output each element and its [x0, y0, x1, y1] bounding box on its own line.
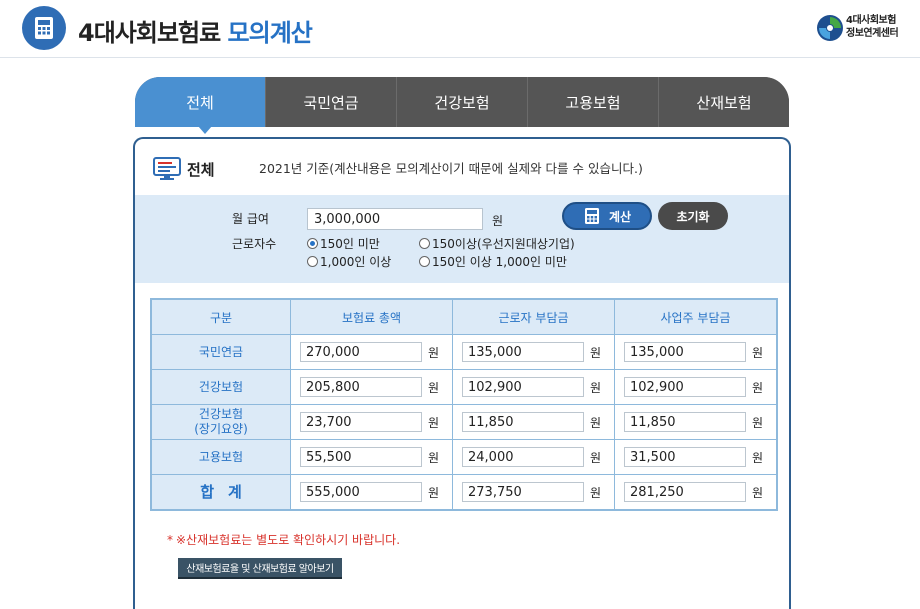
calculate-button[interactable]: 계산	[562, 202, 652, 230]
won-unit: 원	[590, 345, 602, 360]
tab-all[interactable]: 전체	[135, 77, 265, 127]
table-row: 고용보험 55,500 원 24,000 원 31,500 원	[150, 439, 778, 475]
value-field[interactable]: 555,000	[300, 482, 422, 502]
value-field[interactable]: 270,000	[300, 342, 422, 362]
value-field[interactable]: 135,000	[624, 342, 746, 362]
value-field[interactable]: 23,700	[300, 412, 422, 432]
value-field[interactable]: 273,750	[462, 482, 584, 502]
tab-national-pension[interactable]: 국민연금	[265, 77, 396, 127]
row-label: 고용보험	[150, 439, 291, 475]
workers-label: 근로자수	[232, 237, 277, 251]
won-unit: 원	[752, 415, 764, 430]
won-unit: 원	[752, 380, 764, 395]
calculator-icon	[22, 6, 66, 50]
panel-title: 전체	[187, 161, 215, 179]
won-unit: 원	[752, 485, 764, 500]
table-header-employer: 사업주 부담금	[614, 298, 778, 335]
industrial-accident-notice: * ※산재보험료는 별도로 확인하시기 바랍니다.	[167, 531, 400, 548]
page-title-accent: 모의계산	[227, 19, 313, 47]
org-name-line1: 4대사회보험	[846, 15, 896, 26]
salary-input[interactable]	[307, 208, 483, 230]
table-row: 건강보험 (장기요양) 23,700 원 11,850 원 11,850 원	[150, 404, 778, 440]
won-unit: 원	[590, 485, 602, 500]
notice-text: ※산재보험료는 별도로 확인하시기 바랍니다.	[176, 533, 401, 547]
won-unit: 원	[590, 380, 602, 395]
won-unit: 원	[428, 380, 440, 395]
calculate-button-label: 계산	[608, 209, 632, 224]
value-field[interactable]: 102,900	[462, 377, 584, 397]
radio-under-150[interactable]: 150인 미만	[307, 235, 380, 252]
radio-150-to-1000[interactable]: 150인 이상 1,000인 미만	[419, 253, 567, 270]
industrial-accident-rate-button[interactable]: 산재보험료율 및 산재보험료 알아보기	[178, 558, 342, 579]
radio-label: 150인 이상 1,000인 미만	[432, 255, 567, 269]
premium-table: 구분 보험료 총액 근로자 부담금 사업주 부담금 국민연금 270,000 원 …	[150, 298, 778, 511]
value-field[interactable]: 11,850	[624, 412, 746, 432]
reset-button[interactable]: 초기화	[658, 202, 728, 230]
radio-over-1000[interactable]: 1,000인 이상	[307, 253, 391, 270]
value-field[interactable]: 102,900	[624, 377, 746, 397]
radio-label: 150이상(우선지원대상기업)	[432, 237, 575, 251]
input-area: 월 급여 원 계산 초기화 근로자수 150인 미만 150이상(우선지원대상기…	[135, 195, 789, 283]
table-header-total: 보험료 총액	[290, 298, 453, 335]
value-field[interactable]: 205,800	[300, 377, 422, 397]
org-name[interactable]: 4대사회보험 정보연계센터	[846, 14, 899, 40]
won-unit: 원	[752, 450, 764, 465]
insurance-tabs: 전체 국민연금 건강보험 고용보험 산재보험	[135, 77, 789, 127]
active-tab-caret	[198, 126, 212, 134]
table-row-total: 합계 555,000 원 273,750 원 281,250 원	[150, 474, 778, 511]
calculator-icon	[584, 208, 599, 224]
row-label: 국민연금	[150, 334, 291, 370]
radio-dot	[419, 256, 430, 267]
page-title-main: 4대사회보험료	[78, 19, 221, 47]
value-field[interactable]: 135,000	[462, 342, 584, 362]
won-unit: 원	[752, 345, 764, 360]
tab-industrial-accident[interactable]: 산재보험	[658, 77, 789, 127]
page-title: 4대사회보험료 모의계산	[78, 13, 313, 48]
radio-150-priority[interactable]: 150이상(우선지원대상기업)	[419, 235, 575, 252]
org-name-line2: 정보연계센터	[846, 28, 899, 39]
tab-employment-insurance[interactable]: 고용보험	[527, 77, 658, 127]
table-header-employee: 근로자 부담금	[452, 298, 615, 335]
radio-dot	[307, 256, 318, 267]
radio-dot	[307, 238, 318, 249]
won-unit: 원	[590, 450, 602, 465]
value-field[interactable]: 281,250	[624, 482, 746, 502]
value-field[interactable]: 11,850	[462, 412, 584, 432]
calculator-panel: 전체 2021년 기준(계산내용은 모의계산이기 때문에 실제와 다를 수 있습…	[133, 137, 791, 609]
table-row: 건강보험 205,800 원 102,900 원 102,900 원	[150, 369, 778, 405]
table-header-category: 구분	[150, 298, 291, 335]
value-field[interactable]: 31,500	[624, 447, 746, 467]
row-label: 건강보험	[150, 369, 291, 405]
row-label: 건강보험 (장기요양)	[150, 404, 291, 440]
won-unit: 원	[428, 415, 440, 430]
value-field[interactable]: 55,500	[300, 447, 422, 467]
notice-star: *	[167, 533, 173, 547]
org-logo-icon[interactable]	[816, 14, 844, 42]
tab-health-insurance[interactable]: 건강보험	[396, 77, 527, 127]
won-unit: 원	[590, 415, 602, 430]
panel-note: 2021년 기준(계산내용은 모의계산이기 때문에 실제와 다를 수 있습니다.…	[259, 161, 643, 176]
salary-unit: 원	[492, 214, 504, 228]
value-field[interactable]: 24,000	[462, 447, 584, 467]
won-unit: 원	[428, 450, 440, 465]
won-unit: 원	[428, 345, 440, 360]
radio-label: 150인 미만	[320, 237, 380, 251]
won-unit: 원	[428, 485, 440, 500]
monitor-icon	[153, 157, 181, 185]
radio-label: 1,000인 이상	[320, 255, 392, 269]
page-header: 4대사회보험료 모의계산 4대사회보험 정보연계센터	[0, 0, 920, 58]
table-row: 국민연금 270,000 원 135,000 원 135,000 원	[150, 334, 778, 370]
row-label-total: 합계	[150, 474, 291, 511]
radio-dot	[419, 238, 430, 249]
table-header-row: 구분 보험료 총액 근로자 부담금 사업주 부담금	[150, 298, 778, 335]
salary-label: 월 급여	[232, 212, 269, 226]
